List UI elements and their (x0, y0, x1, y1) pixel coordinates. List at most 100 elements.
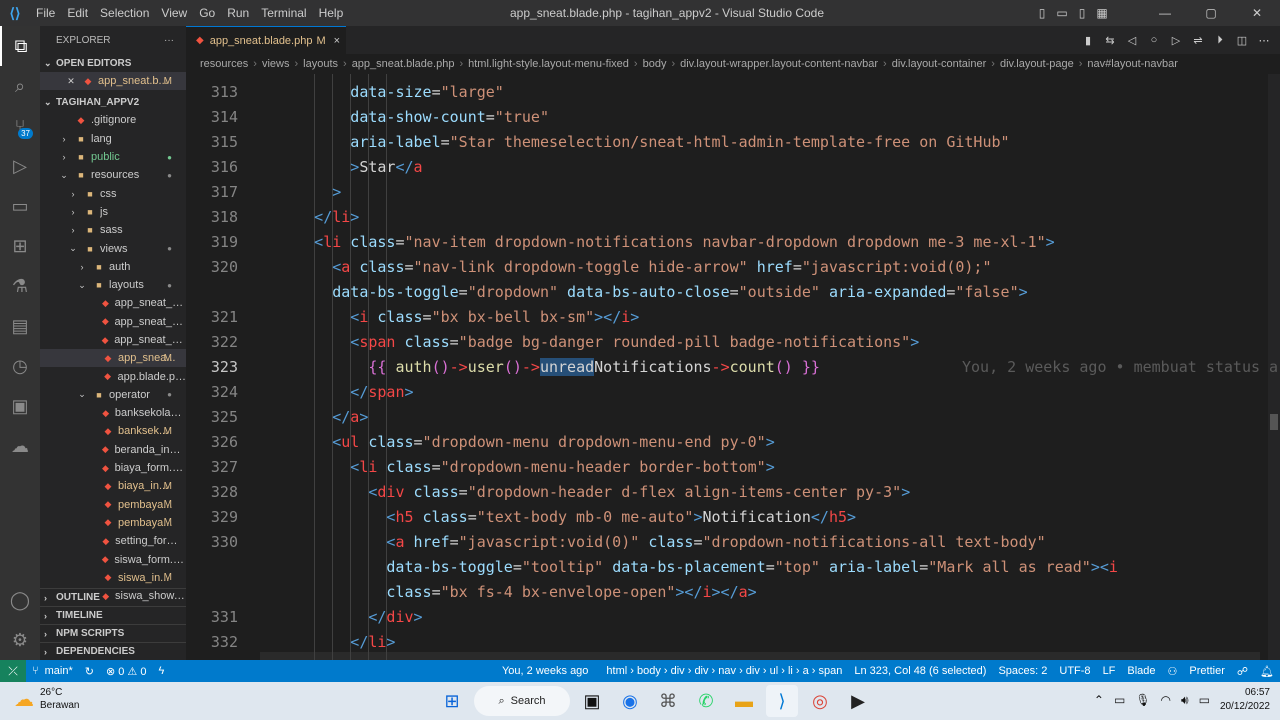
open-editors-section[interactable]: ⌄ OPEN EDITORS (40, 54, 186, 72)
accounts-icon[interactable]: ◯ (0, 580, 40, 620)
menu-file[interactable]: File (30, 0, 61, 26)
explorer-icon[interactable]: ⧉ (0, 26, 40, 66)
tree-file[interactable]: ◆ app_sneat_wal... (40, 331, 186, 349)
language-mode[interactable]: Blade (1121, 665, 1161, 677)
code-line[interactable]: 314 data-show-count="true" (186, 105, 1280, 130)
tab-close-icon[interactable]: × (334, 35, 340, 47)
testing-icon[interactable]: ⚗ (0, 266, 40, 306)
code-line[interactable]: class="bx fs-4 bx-envelope-open"></i></a… (186, 580, 1280, 605)
copilot-icon[interactable]: ⚇ (1162, 665, 1184, 678)
section-timeline[interactable]: › TIMELINE (40, 606, 186, 624)
section-outline[interactable]: › OUTLINE (40, 588, 186, 606)
whatsapp-icon[interactable]: ✆ (690, 685, 722, 717)
code-line[interactable]: data-bs-toggle="tooltip" data-bs-placeme… (186, 555, 1280, 580)
toggle-sidebar-icon[interactable]: ▯ (1032, 6, 1052, 20)
breadcrumb-item[interactable]: html.light-style.layout-menu-fixed (468, 58, 629, 70)
tree-file[interactable]: ◆ pembaya... M (40, 496, 186, 514)
tree-file[interactable]: ◆ biaya_form.bla... (40, 459, 186, 477)
tree-file[interactable]: ◆ app_snea... M (40, 349, 186, 368)
explorer-more-icon[interactable]: ··· (164, 35, 174, 46)
breadcrumb-item[interactable]: resources (200, 58, 248, 70)
tree-file[interactable]: ◆ siswa_form.bla... (40, 550, 186, 568)
tree-file[interactable]: ◆ siswa_in... M (40, 569, 186, 587)
language-bar-icon[interactable]: ▭ (1114, 693, 1125, 707)
code-line[interactable]: 329 <h5 class="text-body mb-0 me-auto">No… (186, 505, 1280, 530)
breadcrumb-item[interactable]: app_sneat.blade.php (352, 58, 455, 70)
menu-view[interactable]: View (155, 0, 193, 26)
breadcrumb-item[interactable]: views (262, 58, 290, 70)
go-forward-icon[interactable]: ▷ (1166, 34, 1186, 47)
battery-icon[interactable]: ▭ (1199, 693, 1210, 707)
breadcrumb-item[interactable]: layouts (303, 58, 338, 70)
file-explorer-icon[interactable]: ▬ (728, 685, 760, 717)
code-line[interactable]: 320 <a class="nav-link dropdown-toggle hi… (186, 255, 1280, 280)
close-icon[interactable]: ✕ (64, 76, 78, 87)
encoding[interactable]: UTF-8 (1053, 665, 1096, 677)
tree-folder[interactable]: ⌄ ■ layouts ● (40, 276, 186, 294)
menu-go[interactable]: Go (193, 0, 221, 26)
project-section[interactable]: ⌄ TAGIHAN_APPV2 (40, 93, 186, 111)
microphone-icon[interactable]: 🎙︎ (1135, 693, 1150, 707)
tree-folder[interactable]: ⌄ ■ operator ● (40, 386, 186, 404)
tree-file[interactable]: ◆ banksekolah_f... (40, 404, 186, 422)
code-line[interactable]: 332 </li> (186, 630, 1280, 655)
code-line[interactable]: 331 </div> (186, 605, 1280, 630)
end-of-line[interactable]: LF (1097, 665, 1122, 677)
vscode-taskbar-icon[interactable]: ⟩ (766, 685, 798, 717)
tree-file[interactable]: ◆ app_sneat_bla... (40, 294, 186, 312)
split-editor-icon[interactable]: ◫ (1232, 34, 1252, 47)
code-line[interactable]: 317 > (186, 180, 1280, 205)
tree-folder[interactable]: ⌄ ■ views ● (40, 239, 186, 257)
tree-folder[interactable]: › ■ sass (40, 221, 186, 239)
code-line[interactable]: 316 >Star</a (186, 155, 1280, 180)
lightning-icon[interactable]: ϟ (152, 665, 170, 677)
taskbar-search[interactable]: ⌕ Search (474, 686, 570, 716)
manage-gear-icon[interactable]: ⚙ (0, 620, 40, 660)
breadcrumb-item[interactable]: nav#layout-navbar (1087, 58, 1178, 70)
menu-terminal[interactable]: Terminal (255, 0, 312, 26)
brush-icon[interactable]: ▮ (1078, 34, 1098, 47)
menu-help[interactable]: Help (313, 0, 350, 26)
code-line[interactable]: 326 <ul class="dropdown-menu dropdown-men… (186, 430, 1280, 455)
tree-folder[interactable]: › ■ auth (40, 258, 186, 276)
api-icon[interactable]: ▣ (0, 386, 40, 426)
run-icon[interactable]: ⏵ (1210, 34, 1230, 47)
code-line[interactable]: 313 data-size="large" (186, 80, 1280, 105)
tree-file[interactable]: ◆ app_sneat_pdf... (40, 313, 186, 331)
code-line[interactable]: 324 </span> (186, 380, 1280, 405)
problems-indicator[interactable]: ⊗ 0 ⚠ 0 (100, 665, 152, 678)
breadcrumb-item[interactable]: div.layout-container (892, 58, 987, 70)
menu-selection[interactable]: Selection (94, 0, 155, 26)
menu-edit[interactable]: Edit (61, 0, 94, 26)
tree-file[interactable]: ◆ beranda_index... (40, 441, 186, 459)
git-history-icon[interactable]: ◷ (0, 346, 40, 386)
show-hidden-icons-icon[interactable]: ⌃ (1094, 693, 1104, 707)
tab-app-sneat[interactable]: ◆ app_sneat.blade.php M × (186, 26, 346, 54)
maximize-button[interactable]: ▢ (1188, 6, 1234, 20)
task-view-icon[interactable]: ▣ (576, 685, 608, 717)
element-path[interactable]: html › body › div › div › nav › div › ul… (600, 665, 848, 677)
code-line[interactable]: 319 <li class="nav-item dropdown-notifica… (186, 230, 1280, 255)
tree-file[interactable]: ◆ banksek... M (40, 422, 186, 440)
breadcrumb-item[interactable]: div.layout-wrapper.layout-content-navbar (680, 58, 878, 70)
network-app-icon[interactable]: ⌘ (652, 685, 684, 717)
clock[interactable]: 06:57 20/12/2022 (1220, 686, 1270, 714)
section-npm-scripts[interactable]: › NPM SCRIPTS (40, 624, 186, 642)
toggle-panel-icon[interactable]: ▭ (1052, 6, 1072, 20)
remote-indicator[interactable]: ⤫ (0, 660, 26, 682)
edge-icon[interactable]: ◉ (614, 685, 646, 717)
code-line[interactable]: 325 </a> (186, 405, 1280, 430)
code-editor[interactable]: 313 data-size="large" 314 data-show-count="… (186, 74, 1280, 660)
code-line[interactable]: 315 aria-label="Star themeselection/sneat… (186, 130, 1280, 155)
tree-folder[interactable]: › ■ lang (40, 130, 186, 148)
code-line[interactable]: 323{{ auth()->user()->unreadNotification… (186, 355, 1280, 380)
prettier-status[interactable]: Prettier (1183, 665, 1230, 677)
run-debug-icon[interactable]: ▷ (0, 146, 40, 186)
cursor-position[interactable]: Ln 323, Col 48 (6 selected) (848, 665, 992, 677)
git-branch[interactable]: main* (39, 665, 79, 677)
windows-start-icon[interactable]: ⊞ (436, 685, 468, 717)
close-window-button[interactable]: ✕ (1234, 6, 1280, 20)
go-back-icon[interactable]: ◁ (1122, 34, 1142, 47)
notifications-bell-icon[interactable]: 🔔︎ (1254, 665, 1280, 678)
toggle-secondary-sidebar-icon[interactable]: ▯ (1072, 6, 1092, 20)
